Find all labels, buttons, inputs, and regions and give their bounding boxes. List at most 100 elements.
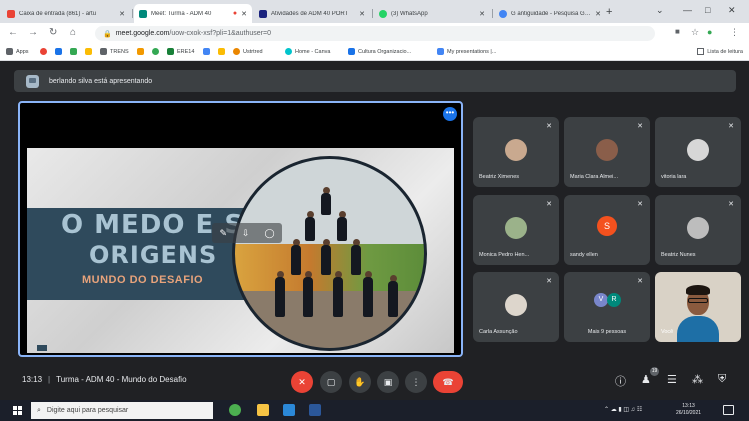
participant-tile[interactable]: ✕ Monica Pedro Hen... (473, 195, 559, 265)
slide-photo (232, 156, 427, 351)
tab-meet[interactable]: Meet: Turma - ADM 40 ● ✕ (134, 4, 252, 23)
presentation-stage[interactable]: ••• O MEDO E SUAS ORIGENS MUNDO DO DESAF… (18, 101, 463, 357)
participant-tile[interactable]: ✕ Beatriz Nunes (655, 195, 741, 265)
lock-icon[interactable]: 🔒 (103, 30, 112, 38)
bookmark-trens[interactable]: TRENS (100, 48, 129, 55)
bookmark-item[interactable] (85, 48, 95, 55)
close-window-button[interactable]: ✕ (728, 5, 736, 16)
bookmark-icon (167, 48, 174, 55)
tab-google-search[interactable]: G antiguidade - Pesquisa Goo ✕ (494, 4, 606, 23)
recording-dot-icon: ● (232, 10, 238, 17)
forward-icon[interactable]: → (28, 27, 38, 38)
end-call-button[interactable]: ☎ (433, 371, 463, 393)
info-icon[interactable]: ⓘ (615, 373, 626, 389)
classroom-icon (259, 9, 267, 18)
participant-tile[interactable]: ✕ S sandy ellen (564, 195, 650, 265)
chat-icon[interactable]: ☰ (667, 373, 677, 386)
mic-off-icon: ✕ (637, 278, 643, 285)
close-icon[interactable]: ✕ (359, 10, 365, 18)
close-icon[interactable]: ✕ (595, 10, 601, 18)
bookmark-ere14[interactable]: ERE14 (167, 48, 194, 55)
present-button[interactable]: ▣ (377, 371, 399, 393)
chrome-taskbar-icon[interactable] (229, 404, 241, 416)
tab-whatsapp[interactable]: (3) WhatsApp ✕ (374, 4, 490, 23)
activities-icon[interactable]: ⁂ (692, 373, 703, 386)
notifications-icon[interactable] (723, 405, 734, 415)
slide-title-line2: ORIGENS (89, 241, 218, 269)
bookmark-item[interactable] (55, 48, 65, 55)
taskbar-search-input[interactable]: ⌕ Digite aqui para pesquisar (31, 402, 213, 419)
windows-start-icon[interactable] (13, 406, 22, 415)
self-video-tile[interactable]: Você (655, 272, 741, 342)
bookmark-item[interactable] (218, 48, 228, 55)
bookmark-cultura[interactable]: Cultura Organizacio... (348, 48, 411, 55)
browser-tabstrip: Caixa de entrada (861) - artu ✕ Meet: Tu… (0, 0, 749, 23)
gmail-icon (7, 9, 15, 18)
bookmark-item[interactable] (203, 48, 213, 55)
close-icon[interactable]: ✕ (119, 10, 125, 18)
remove-icon[interactable]: ◯ (264, 228, 274, 239)
more-options-button[interactable]: ⋮ (405, 371, 427, 393)
bookmark-item[interactable] (40, 48, 50, 55)
canva-icon (285, 48, 292, 55)
close-icon[interactable]: ✕ (479, 10, 485, 18)
system-tray-icons[interactable]: ⌃ ☁ ▮ ◫ ♫ ☷ (604, 406, 642, 413)
tab-gmail[interactable]: Caixa de entrada (861) - artu ✕ (2, 4, 130, 23)
whatsapp-icon (379, 9, 387, 18)
minimize-button[interactable]: — (683, 5, 692, 15)
star-icon[interactable]: ☆ (691, 27, 699, 38)
raise-hand-button[interactable]: ✋ (349, 371, 371, 393)
new-tab-button[interactable]: + (606, 6, 612, 18)
tab-atividades[interactable]: Atividades de ADM 40 PORT ✕ (254, 4, 370, 23)
host-controls-icon[interactable]: ⛨ (718, 373, 726, 386)
camera-toggle-button[interactable]: ▢ (320, 371, 342, 393)
reload-icon[interactable]: ↻ (49, 27, 57, 38)
bookmark-apps[interactable]: Apps (6, 48, 29, 55)
bookmark-presentations[interactable]: My presentations |... (437, 48, 496, 55)
participant-tile[interactable]: ✕ vitoria lara (655, 117, 741, 187)
mic-off-icon: ✕ (728, 123, 734, 130)
google-icon (499, 9, 507, 18)
mic-off-icon: ✕ (546, 278, 552, 285)
address-bar: ← → ↻ ⌂ 🔒 meet.google.com /uow-cxok-xsf?… (0, 23, 749, 44)
bookmark-item[interactable] (137, 48, 147, 55)
presenting-banner: berlando silva está apresentando (14, 70, 736, 92)
home-icon[interactable]: ⌂ (70, 27, 76, 38)
url-field[interactable]: 🔒 meet.google.com /uow-cxok-xsf?pli=1&au… (95, 26, 655, 41)
reading-list-button[interactable]: Lista de leitura (697, 48, 743, 55)
people-icon[interactable]: ♟ (641, 373, 651, 386)
file-explorer-icon[interactable] (257, 404, 269, 416)
tab-search-icon[interactable]: ⌄ (656, 5, 664, 16)
menu-icon[interactable]: ⋮ (730, 27, 739, 38)
avatar (505, 217, 527, 239)
mute-icon[interactable]: ⇩ (242, 228, 250, 239)
bookmark-icon (152, 48, 159, 55)
bookmark-item[interactable] (152, 48, 162, 55)
maximize-button[interactable]: □ (705, 5, 710, 15)
mic-off-icon: ✕ (728, 201, 734, 208)
shared-slide: O MEDO E SUAS ORIGENS MUNDO DO DESAFIO (27, 148, 454, 353)
avatar (505, 294, 527, 316)
more-options-icon[interactable]: ••• (443, 107, 457, 121)
close-icon[interactable]: ✕ (241, 10, 247, 18)
participant-tile[interactable]: ✕ Carla Assunção (473, 272, 559, 342)
participant-tile[interactable]: ✕ Maria Clara Almei... (564, 117, 650, 187)
word-icon[interactable] (309, 404, 321, 416)
back-icon[interactable]: ← (8, 27, 18, 38)
pin-controls[interactable]: ✎ ⇩ ◯ (212, 223, 282, 243)
camera-indicator-icon[interactable]: ■ (675, 27, 680, 36)
avatar (505, 139, 527, 161)
bookmark-canva[interactable]: Home - Canva (285, 48, 330, 55)
mic-toggle-button[interactable]: ✕ (291, 371, 313, 393)
store-icon[interactable] (283, 404, 295, 416)
participant-tile[interactable]: ✕ Beatriz Ximenes (473, 117, 559, 187)
meet-icon (139, 9, 147, 18)
taskbar-clock[interactable]: 13:13 26/10/2021 (676, 403, 701, 417)
bookmark-item[interactable] (70, 48, 80, 55)
more-people-tile[interactable]: ✕ V R Mais 9 pessoas (564, 272, 650, 342)
self-video (677, 282, 719, 342)
extension-icon[interactable]: ● (707, 27, 712, 37)
pin-icon[interactable]: ✎ (219, 228, 227, 239)
bookmark-icon (348, 48, 355, 55)
bookmark-ustrtred[interactable]: Ustrtred (233, 48, 263, 55)
